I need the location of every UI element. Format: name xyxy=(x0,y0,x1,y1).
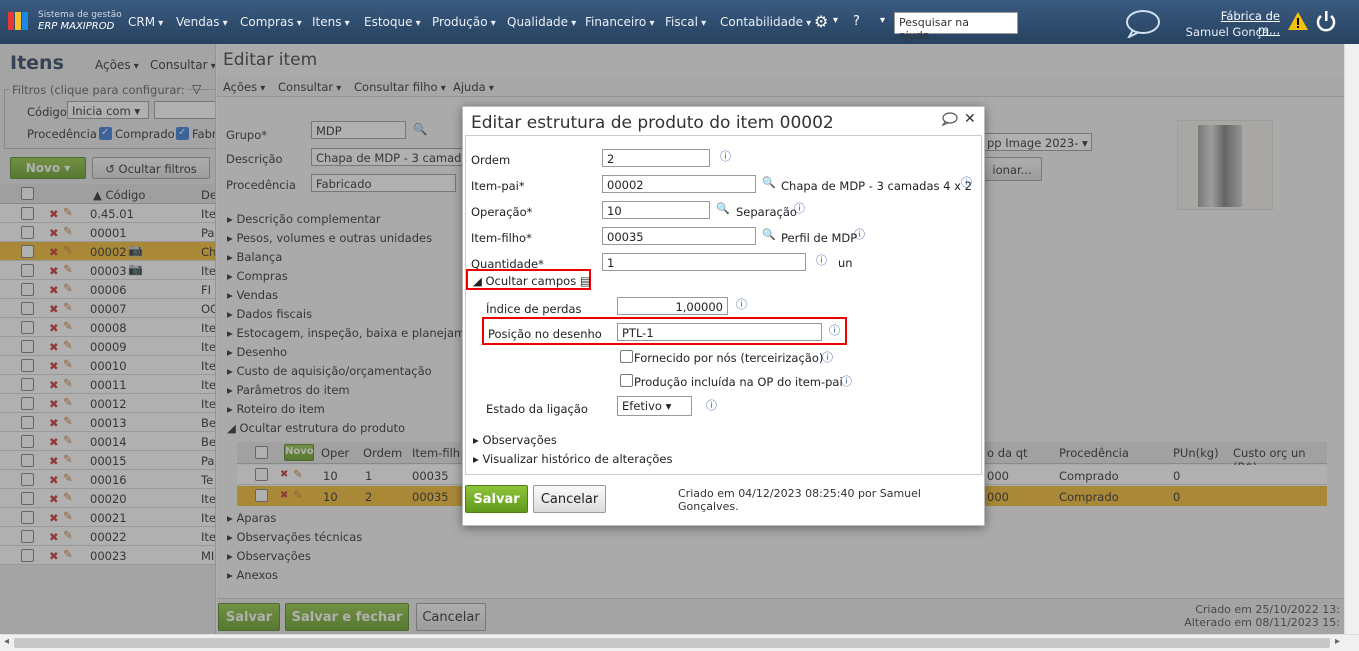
chat-icon[interactable] xyxy=(1125,8,1163,38)
history-section[interactable]: ▸ Visualizar histórico de alterações xyxy=(473,452,672,466)
drawing-position-input[interactable]: PTL-1 xyxy=(617,323,822,341)
operation-desc: Separação xyxy=(736,205,797,219)
chevron-down-icon[interactable]: ▾ xyxy=(833,15,838,26)
power-icon[interactable] xyxy=(1315,10,1337,32)
warning-icon[interactable] xyxy=(1287,11,1309,31)
help-icon[interactable]: ? xyxy=(853,14,860,29)
user-menu[interactable]: Samuel Gonça... xyxy=(1176,25,1280,39)
menu-qualidade[interactable]: Qualidade xyxy=(507,15,576,29)
dialog-body: Ordem 2 ⓘ Item-pai* 00002 🔍 Chapa de MDP… xyxy=(465,135,982,475)
menu-estoque[interactable]: Estoque xyxy=(364,15,421,29)
operation-input[interactable]: 10 xyxy=(602,201,710,219)
dialog-created-info: Criado em 04/12/2023 08:25:40 por Samuel… xyxy=(678,487,921,513)
parent-item-input[interactable]: 00002 xyxy=(602,175,756,193)
vertical-scrollbar[interactable] xyxy=(1344,44,1359,634)
child-item-input[interactable]: 00035 xyxy=(602,227,756,245)
supplied-by-us-label: Fornecido por nós (terceirização) xyxy=(634,351,824,365)
menu-contabilidade[interactable]: Contabilidade xyxy=(720,15,811,29)
help-icon[interactable]: ⓘ xyxy=(961,174,972,190)
included-production-checkbox[interactable] xyxy=(620,374,633,387)
menu-itens[interactable]: Itens xyxy=(312,15,350,29)
erp-logo xyxy=(8,11,34,31)
help-search-input[interactable]: Pesquisar na ajuda... xyxy=(894,12,1018,42)
comment-icon[interactable] xyxy=(941,112,959,126)
child-item-label: Item-filho* xyxy=(471,231,532,245)
brand-line2: ERP MAXIPROD xyxy=(38,21,115,32)
search-icon[interactable]: 🔍 xyxy=(762,176,776,189)
menu-financeiro[interactable]: Financeiro xyxy=(585,15,654,29)
link-state-select[interactable]: Efetivo ▾ xyxy=(617,396,692,416)
menu-crm[interactable]: CRM xyxy=(128,15,163,29)
help-icon[interactable]: ⓘ xyxy=(720,148,731,164)
dialog-title: Editar estrutura de produto do item 0000… xyxy=(471,113,834,133)
order-input[interactable]: 2 xyxy=(602,149,710,167)
help-icon[interactable]: ⓘ xyxy=(706,397,717,413)
parent-item-desc: Chapa de MDP - 3 camadas 4 x 2 xyxy=(781,179,972,193)
top-bar: Sistema de gestão ERP MAXIPROD CRM Venda… xyxy=(0,0,1359,44)
included-production-label: Produção incluída na OP do item-pai xyxy=(634,375,843,389)
search-icon[interactable]: 🔍 xyxy=(762,228,776,241)
help-icon[interactable]: ⓘ xyxy=(794,200,805,216)
chevron-down-icon[interactable]: ▾ xyxy=(880,15,885,26)
help-icon[interactable]: ⓘ xyxy=(854,226,865,242)
brand-line1: Sistema de gestão xyxy=(38,10,122,20)
help-icon[interactable]: ⓘ xyxy=(822,349,833,365)
quantity-unit: un xyxy=(838,256,853,270)
help-icon[interactable]: ⓘ xyxy=(841,373,852,389)
help-icon[interactable]: ⓘ xyxy=(736,296,747,312)
supplied-by-us-checkbox[interactable] xyxy=(620,350,633,363)
close-icon[interactable]: ✕ xyxy=(964,111,976,127)
dialog-cancel-button[interactable]: Cancelar xyxy=(533,485,606,513)
quantity-input[interactable]: 1 xyxy=(602,253,806,271)
loss-index-input[interactable]: 1,00000 xyxy=(617,297,728,315)
order-label: Ordem xyxy=(471,153,511,167)
menu-producao[interactable]: Produção xyxy=(432,15,496,29)
help-icon[interactable]: ⓘ xyxy=(829,322,840,338)
edit-structure-dialog: Editar estrutura de produto do item 0000… xyxy=(462,106,985,526)
observations-section[interactable]: ▸ Observações xyxy=(473,433,557,447)
horizontal-scrollbar[interactable]: ◂ ▸ xyxy=(0,634,1359,651)
menu-compras[interactable]: Compras xyxy=(240,15,302,29)
search-icon[interactable]: 🔍 xyxy=(716,202,730,215)
menu-vendas[interactable]: Vendas xyxy=(176,15,228,29)
gear-icon[interactable]: ⚙ xyxy=(814,12,828,31)
hide-fields-toggle[interactable]: ◢ Ocultar campos ▤ xyxy=(473,274,591,288)
child-item-desc: Perfil de MDP xyxy=(781,231,858,245)
help-icon[interactable]: ⓘ xyxy=(816,252,827,268)
parent-item-label: Item-pai* xyxy=(471,179,525,193)
dialog-save-button[interactable]: Salvar xyxy=(465,485,528,513)
link-state-label: Estado da ligação xyxy=(486,402,588,416)
operation-label: Operação* xyxy=(471,205,533,219)
drawing-position-label: Posição no desenho xyxy=(488,327,602,341)
menu-fiscal[interactable]: Fiscal xyxy=(665,15,706,29)
hide-fields-label: Ocultar campos xyxy=(485,274,577,288)
loss-index-label: Índice de perdas xyxy=(486,302,582,316)
